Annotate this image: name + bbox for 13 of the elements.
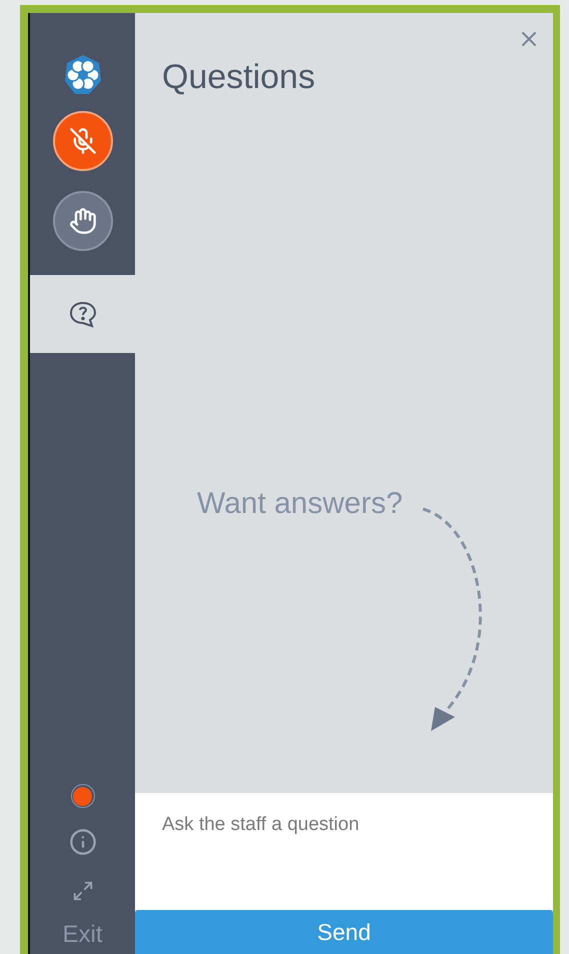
exit-button[interactable]: Exit	[62, 920, 102, 950]
send-button[interactable]: Send	[135, 910, 553, 954]
question-input[interactable]: Ask the staff a question	[135, 793, 553, 910]
panel-title: Questions	[162, 57, 316, 98]
hand-icon	[68, 207, 96, 235]
fullscreen-button[interactable]	[72, 880, 94, 902]
question-bubble-icon	[68, 300, 98, 328]
hint-text: Want answers?	[197, 486, 403, 522]
mic-off-icon	[68, 127, 96, 155]
info-icon	[68, 828, 96, 856]
expand-icon	[72, 880, 94, 902]
questions-tab[interactable]	[30, 275, 135, 353]
info-button[interactable]	[68, 828, 96, 856]
